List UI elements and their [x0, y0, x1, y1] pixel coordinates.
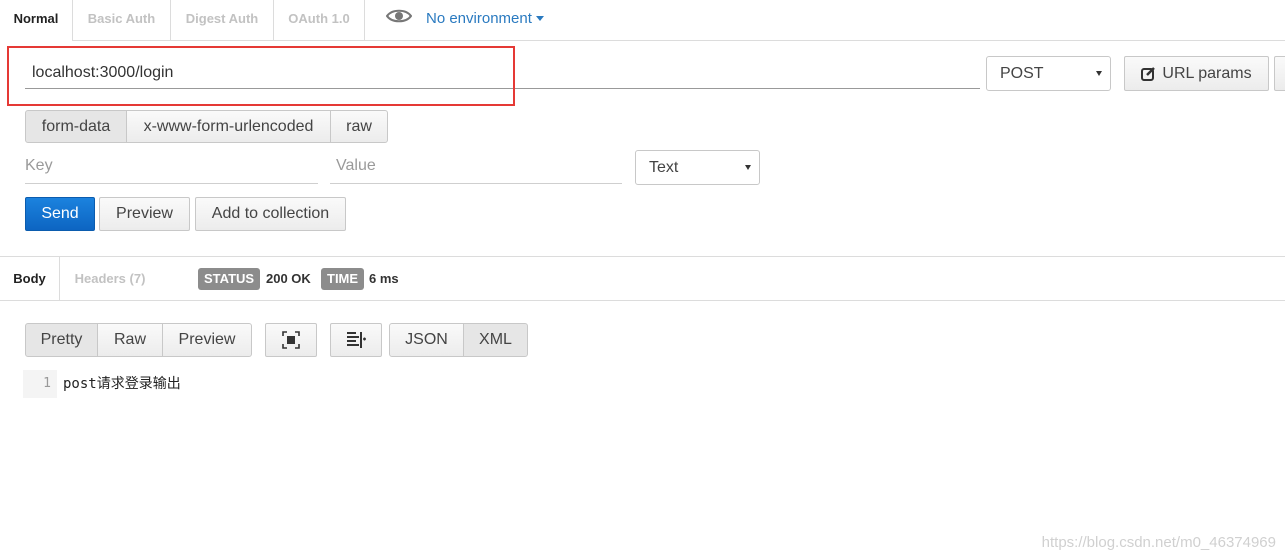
tab-headers[interactable]: Headers (7) [60, 257, 160, 301]
format-group: JSON XML [389, 323, 528, 357]
status-badge: STATUS [198, 268, 261, 290]
field-type-value: Text [649, 158, 679, 176]
field-type-select[interactable]: Text [635, 150, 760, 185]
eye-icon[interactable] [385, 8, 413, 29]
tab-oauth[interactable]: OAuth 1.0 [274, 0, 365, 40]
response-tabs: Body Headers (7) STATUS 200 OK TIME 6 ms [0, 256, 1285, 301]
method-value: POST [1000, 64, 1044, 82]
response-line: post请求登录输出 [63, 376, 181, 392]
line-number: 1 [23, 370, 57, 398]
watermark: https://blog.csdn.net/m0_46374969 [1041, 534, 1276, 551]
edit-icon [1141, 66, 1156, 81]
wrap-lines-button[interactable] [330, 323, 382, 357]
tab-normal[interactable]: Normal [0, 0, 73, 41]
chevron-down-icon [535, 16, 544, 22]
view-raw[interactable]: Raw [97, 323, 163, 357]
preview-button[interactable]: Preview [99, 197, 190, 231]
time-value: 6 ms [369, 271, 399, 286]
format-json[interactable]: JSON [389, 323, 464, 357]
url-params-label: URL params [1162, 64, 1252, 82]
tab-body[interactable]: Body [0, 257, 60, 301]
view-pretty[interactable]: Pretty [25, 323, 98, 357]
url-params-button[interactable]: URL params [1124, 56, 1269, 91]
tab-basic-auth[interactable]: Basic Auth [73, 0, 171, 40]
chevron-down-icon [745, 164, 751, 170]
chevron-down-icon [1096, 70, 1102, 76]
time-badge: TIME [321, 268, 365, 290]
auth-tabs: Normal Basic Auth Digest Auth OAuth 1.0 [0, 0, 1285, 41]
fullscreen-icon [282, 331, 300, 349]
method-select[interactable]: POST [986, 56, 1111, 91]
indent-icon [345, 330, 367, 350]
environment-label[interactable]: No environment [426, 10, 544, 27]
status-value: 200 OK [266, 271, 311, 286]
view-preview[interactable]: Preview [162, 323, 252, 357]
add-to-collection-button[interactable]: Add to collection [195, 197, 346, 231]
headers-button[interactable] [1274, 56, 1285, 91]
body-type-urlencoded[interactable]: x-www-form-urlencoded [126, 110, 331, 143]
body-type-group: form-data x-www-form-urlencoded raw [25, 110, 388, 143]
format-xml[interactable]: XML [463, 323, 528, 357]
value-placeholder: Value [336, 157, 376, 174]
environment-selector[interactable]: No environment [385, 6, 544, 30]
tab-digest-auth[interactable]: Digest Auth [171, 0, 274, 40]
send-button[interactable]: Send [25, 197, 95, 231]
key-input[interactable]: Key [25, 150, 318, 184]
body-type-raw[interactable]: raw [330, 110, 388, 143]
key-placeholder: Key [25, 157, 53, 174]
url-input[interactable] [25, 57, 980, 89]
view-mode-group: Pretty Raw Preview [25, 323, 252, 357]
fullscreen-button[interactable] [265, 323, 317, 357]
body-type-form-data[interactable]: form-data [25, 110, 127, 143]
value-input[interactable]: Value [330, 150, 622, 184]
response-editor[interactable]: 1 post请求登录输出 [23, 370, 623, 398]
